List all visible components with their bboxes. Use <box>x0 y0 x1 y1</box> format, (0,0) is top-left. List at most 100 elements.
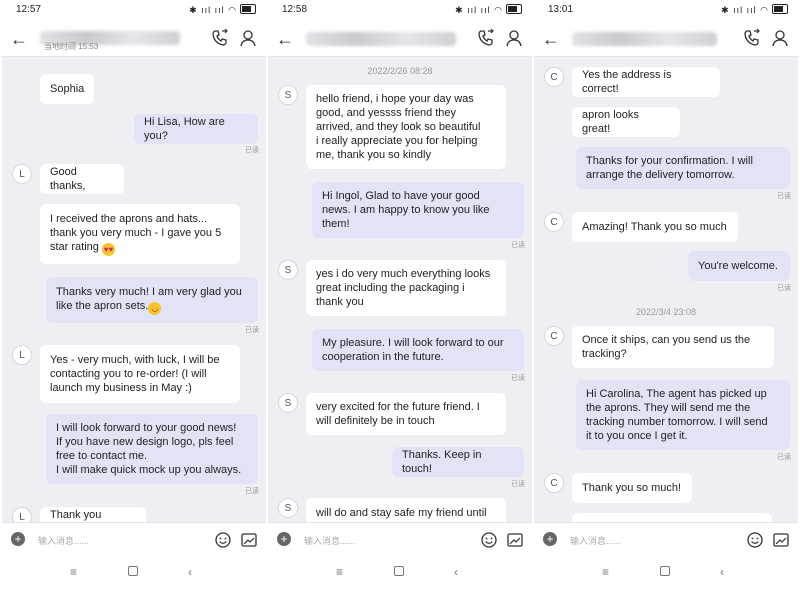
back-nav-icon[interactable]: ‹ <box>454 565 458 579</box>
chat-screen-3: 13:01 ✱ ııl ııl ◠ ← C Yes the address is… <box>534 0 798 590</box>
status-bar: 13:01 ✱ ııl ııl ◠ <box>534 0 798 22</box>
image-icon[interactable] <box>772 531 790 549</box>
back-nav-icon[interactable]: ‹ <box>720 565 724 579</box>
message-bubble-in: Thank you so much! <box>572 473 692 503</box>
emoji-icon[interactable] <box>480 531 498 549</box>
message-text: Thanks very much! I am very glad you lik… <box>56 286 242 315</box>
message-input[interactable]: 输入消息...... <box>304 534 355 547</box>
message-bubble-in: I received the aprons and hats... thank … <box>40 204 240 264</box>
message-list: 2022/2/26 08:28 S hello friend, i hope y… <box>268 57 532 522</box>
message-bubble-in: apron looks great! <box>572 107 680 137</box>
image-icon[interactable] <box>240 531 258 549</box>
contact-avatar[interactable]: S <box>278 260 298 280</box>
add-attachment-icon[interactable]: + <box>277 532 291 546</box>
system-nav-bar: ≡ ‹ <box>2 556 266 590</box>
back-arrow-icon[interactable]: ← <box>10 29 28 50</box>
date-separator: 2022/2/26 08:28 <box>367 66 433 76</box>
message-text: Hi Carolina, The agent has picked up the… <box>586 388 768 442</box>
emoji-icon[interactable] <box>746 531 764 549</box>
home-nav-icon[interactable] <box>394 565 404 579</box>
contact-avatar[interactable]: L <box>12 507 32 522</box>
contact-avatar[interactable]: L <box>12 164 32 184</box>
message-bubble-in: Yes the address is correct! <box>572 67 720 97</box>
message-text: Hi Lisa, How are you? <box>144 116 225 142</box>
home-nav-icon[interactable] <box>128 565 138 579</box>
contact-avatar[interactable]: L <box>12 345 32 365</box>
contact-avatar[interactable]: C <box>544 473 564 493</box>
phone-call-icon[interactable] <box>210 28 230 48</box>
contact-profile-icon[interactable] <box>238 28 258 48</box>
system-nav-bar: ≡ ‹ <box>534 556 798 590</box>
battery-icon <box>240 4 256 14</box>
message-bubble-in-cutoff <box>572 513 772 522</box>
message-text: Once it ships, can you send us the track… <box>582 334 751 360</box>
message-text: yes i do very much everything looks grea… <box>316 268 491 308</box>
system-nav-bar: ≡ ‹ <box>268 556 532 590</box>
message-bubble-in: yes i do very much everything looks grea… <box>306 260 506 316</box>
heart-eyes-emoji-icon: ♥♥ <box>101 243 115 256</box>
status-icons: ✱ ııl ııl ◠ <box>189 4 256 16</box>
contact-avatar[interactable]: S <box>278 498 298 518</box>
message-text: I will look forward to your good news! I… <box>56 422 242 476</box>
message-input-bar: + 输入消息...... <box>534 522 798 557</box>
home-nav-icon[interactable] <box>660 565 670 579</box>
back-arrow-icon[interactable]: ← <box>542 29 560 50</box>
message-bubble-in: Thank you again!! <box>40 507 146 522</box>
status-bar: 12:57 ✱ ııl ııl ◠ <box>2 0 266 22</box>
contact-avatar[interactable]: C <box>544 67 564 87</box>
status-time: 13:01 <box>548 4 574 15</box>
add-attachment-icon[interactable]: + <box>11 532 25 546</box>
message-text: Thank you again!! <box>50 509 102 521</box>
contact-profile-icon[interactable] <box>770 28 790 48</box>
message-text: Amazing! Thank you so much <box>582 221 727 233</box>
read-receipt: 已读 <box>777 193 791 200</box>
smile-emoji-icon: ◡ <box>148 302 162 315</box>
contact-avatar[interactable]: C <box>544 326 564 346</box>
back-arrow-icon[interactable]: ← <box>276 29 294 50</box>
message-text: Yes - very much, with luck, I will be co… <box>50 354 220 394</box>
message-bubble-out: Hi Carolina, The agent has picked up the… <box>576 380 790 450</box>
menu-nav-icon[interactable]: ≡ <box>336 565 343 579</box>
image-icon[interactable] <box>506 531 524 549</box>
message-input[interactable]: 输入消息...... <box>570 534 621 547</box>
read-receipt: 已读 <box>245 327 259 334</box>
back-nav-icon[interactable]: ‹ <box>188 565 192 579</box>
message-bubble-in: will do and stay safe my friend until <box>306 498 506 522</box>
message-text: You're welcome. <box>698 260 778 272</box>
message-text: Thanks for your confirmation. I will arr… <box>586 155 753 181</box>
chat-header: ← <box>534 22 798 57</box>
message-bubble-in: Once it ships, can you send us the track… <box>572 326 774 368</box>
read-receipt: 已读 <box>511 481 525 488</box>
message-text: apron looks great! <box>582 109 639 135</box>
message-input[interactable]: 输入消息...... <box>38 534 89 547</box>
add-attachment-icon[interactable]: + <box>543 532 557 546</box>
contact-name-blurred <box>572 32 717 46</box>
message-text: Thank you so much! <box>582 482 682 494</box>
emoji-icon[interactable] <box>214 531 232 549</box>
local-time-label: 当地时间 15:53 <box>44 42 99 51</box>
message-text: Hi Ingol, Glad to have your good news. I… <box>322 190 490 230</box>
status-icons: ✱ ııl ııl ◠ <box>721 4 788 16</box>
contact-avatar[interactable]: S <box>278 393 298 413</box>
read-receipt: 已读 <box>245 147 259 154</box>
contact-avatar[interactable]: C <box>544 212 564 232</box>
status-icons: ✱ ııl ııl ◠ <box>455 4 522 16</box>
message-text: will do and stay safe my friend until <box>316 507 487 519</box>
menu-nav-icon[interactable]: ≡ <box>70 565 77 579</box>
message-text: Yes the address is correct! <box>582 69 672 95</box>
message-bubble-out: Hi Lisa, How are you? <box>134 114 258 144</box>
message-text: hello friend, i hope your day was good, … <box>316 93 481 161</box>
message-bubble-out: Thanks. Keep in touch! <box>392 447 524 477</box>
message-text: I received the aprons and hats... thank … <box>50 213 222 256</box>
message-text: Good thanks, <box>50 166 86 192</box>
contact-avatar[interactable]: S <box>278 85 298 105</box>
message-list: Sophia Hi Lisa, How are you? 已读 L Good t… <box>2 57 266 522</box>
phone-call-icon[interactable] <box>476 28 496 48</box>
menu-nav-icon[interactable]: ≡ <box>602 565 609 579</box>
contact-profile-icon[interactable] <box>504 28 524 48</box>
phone-call-icon[interactable] <box>742 28 762 48</box>
read-receipt: 已读 <box>245 488 259 495</box>
message-bubble-in: Good thanks, <box>40 164 124 194</box>
date-separator: 2022/3/4 23:08 <box>635 307 697 317</box>
message-bubble-out: I will look forward to your good news! I… <box>46 414 258 484</box>
